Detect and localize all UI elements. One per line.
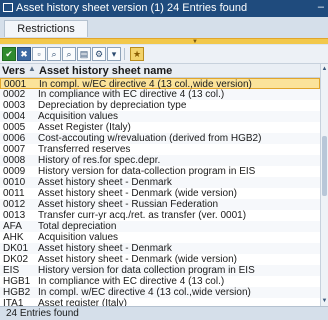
window-title: Asset history sheet version (1) 24 Entri…	[16, 2, 248, 14]
cell-name: Asset Register (Italy)	[38, 122, 131, 133]
table-row[interactable]: 0013 Transfer curr-yr acq./ret. as transf…	[0, 210, 320, 221]
column-header-name[interactable]: Asset history sheet name	[39, 65, 172, 77]
table-row[interactable]: HGB2 In compl. w/EC directive 4 (13 col.,…	[0, 287, 320, 298]
table-row[interactable]: AFA Total depreciation	[0, 221, 320, 232]
cancel-icon[interactable]: ✖	[17, 47, 31, 61]
cell-name: Asset history sheet - Denmark (wide vers…	[38, 188, 237, 199]
table-row[interactable]: 0012 Asset history sheet - Russian Federa…	[0, 199, 320, 210]
table-row[interactable]: 0009 History version for data-collection …	[0, 166, 320, 177]
minimize-icon[interactable]: –	[318, 1, 324, 13]
table-row[interactable]: 0001 In compl. w/EC directive 4 (13 col.,…	[0, 78, 320, 90]
cell-version: AFA	[3, 221, 22, 232]
cell-version: EIS	[3, 265, 20, 276]
cell-version: 0008	[3, 155, 26, 166]
export-icon[interactable]: ▾	[107, 47, 121, 61]
scroll-thumb[interactable]	[322, 136, 327, 196]
table-row[interactable]: 0004 Acquisition values	[0, 111, 320, 122]
cell-name: Acquisition values	[38, 232, 119, 243]
cell-name: Asset history sheet - Russian Federation	[38, 199, 219, 210]
table-row[interactable]: 0006 Cost-accouting w/revaluation (derive…	[0, 133, 320, 144]
vertical-scrollbar[interactable]: ▲ ▼	[320, 64, 328, 306]
table-row[interactable]: DK01 Asset history sheet - Denmark	[0, 243, 320, 254]
checkmark-icon[interactable]: ✔	[2, 47, 16, 61]
cell-name: Transfer curr-yr acq./ret. as transfer (…	[38, 210, 247, 221]
cell-version: 0004	[3, 111, 26, 122]
cell-version: 0006	[3, 133, 26, 144]
cell-version: DK01	[3, 243, 29, 254]
table-row[interactable]: 0002 In compliance with EC directive 4 (1…	[0, 89, 320, 100]
table-row[interactable]: 0007 Transferred reserves	[0, 144, 320, 155]
cell-version: ITA1	[3, 298, 24, 306]
cell-name: In compliance with EC directive 4 (13 co…	[38, 276, 225, 287]
cell-version: HGB2	[3, 287, 31, 298]
table-row[interactable]: ITA1 Asset register (Italy)	[0, 298, 320, 306]
cell-name: Total depreciation	[38, 221, 117, 232]
table-row[interactable]: 0005 Asset Register (Italy)	[0, 122, 320, 133]
cell-name: Asset history sheet - Denmark (wide vers…	[38, 254, 237, 265]
toolbar-separator	[124, 48, 125, 60]
find-icon[interactable]: ⌕	[47, 47, 61, 61]
cell-name: History version for data collection prog…	[38, 265, 255, 276]
table-body: 0001 In compl. w/EC directive 4 (13 col.,…	[0, 78, 320, 306]
new-document-icon[interactable]: ▫	[32, 47, 46, 61]
title-bar: Asset history sheet version (1) 24 Entri…	[0, 0, 328, 17]
settings-icon[interactable]: ⚙	[92, 47, 106, 61]
table-row[interactable]: 0003 Depreciation by depreciation type	[0, 100, 320, 111]
tab-strip: Restrictions	[0, 17, 328, 38]
cell-version: 0013	[3, 210, 26, 221]
tab-label: Restrictions	[17, 23, 75, 35]
cell-name: Asset register (Italy)	[38, 298, 127, 306]
cell-version: 0003	[3, 100, 26, 111]
cell-version: 0012	[3, 199, 26, 210]
cell-version: HGB1	[3, 276, 31, 287]
cell-name: In compl. w/EC directive 4 (13 col.,wide…	[38, 287, 251, 298]
cell-version: 0010	[3, 177, 26, 188]
collapse-divider[interactable]: ▼	[0, 38, 328, 45]
cell-name: History of res.for spec.depr.	[38, 155, 161, 166]
table-header: Vers ▲ Asset history sheet name	[0, 64, 320, 78]
toolbar: ✔ ✖ ▫ ⌕ ⌕ ▤ ⚙ ▾ ★	[0, 45, 328, 64]
window-icon	[3, 3, 13, 12]
results-table: Vers ▲ Asset history sheet name 0001 In c…	[0, 64, 320, 306]
cell-name: History version for data-collection prog…	[38, 166, 256, 177]
status-text: 24 Entries found	[6, 308, 79, 319]
cell-version: 0011	[3, 188, 25, 199]
cell-version: 0002	[3, 89, 26, 100]
print-icon[interactable]: ▤	[77, 47, 91, 61]
cell-name: Asset history sheet - Denmark	[38, 243, 172, 254]
table-row[interactable]: DK02 Asset history sheet - Denmark (wide …	[0, 254, 320, 265]
scroll-up-icon[interactable]: ▲	[321, 64, 328, 74]
cell-version: AHK	[3, 232, 24, 243]
cell-version: 0007	[3, 144, 26, 155]
scroll-down-icon[interactable]: ▼	[321, 296, 328, 306]
cell-name: In compliance with EC directive 4 (13 co…	[38, 89, 225, 100]
table-row[interactable]: 0010 Asset history sheet - Denmark	[0, 177, 320, 188]
cell-name: Depreciation by depreciation type	[38, 100, 187, 111]
table-row[interactable]: AHK Acquisition values	[0, 232, 320, 243]
table-row[interactable]: HGB1 In compliance with EC directive 4 (1…	[0, 276, 320, 287]
cell-name: Transferred reserves	[38, 144, 131, 155]
cell-version: DK02	[3, 254, 29, 265]
cell-version: 0005	[3, 122, 26, 133]
tab-restrictions[interactable]: Restrictions	[4, 20, 88, 37]
cell-name: Asset history sheet - Denmark	[38, 177, 172, 188]
find-next-icon[interactable]: ⌕	[62, 47, 76, 61]
status-bar: 24 Entries found	[0, 306, 328, 320]
cell-version: 0009	[3, 166, 26, 177]
cell-name: Cost-accouting w/revaluation (derived fr…	[38, 133, 262, 144]
cell-name: Acquisition values	[38, 111, 119, 122]
table-row[interactable]: 0011 Asset history sheet - Denmark (wide …	[0, 188, 320, 199]
table-row[interactable]: 0008 History of res.for spec.depr.	[0, 155, 320, 166]
table-row[interactable]: EIS History version for data collection p…	[0, 265, 320, 276]
sort-icon: ▲	[28, 64, 36, 73]
column-header-vers[interactable]: Vers	[2, 65, 25, 77]
favorites-icon[interactable]: ★	[130, 47, 144, 61]
